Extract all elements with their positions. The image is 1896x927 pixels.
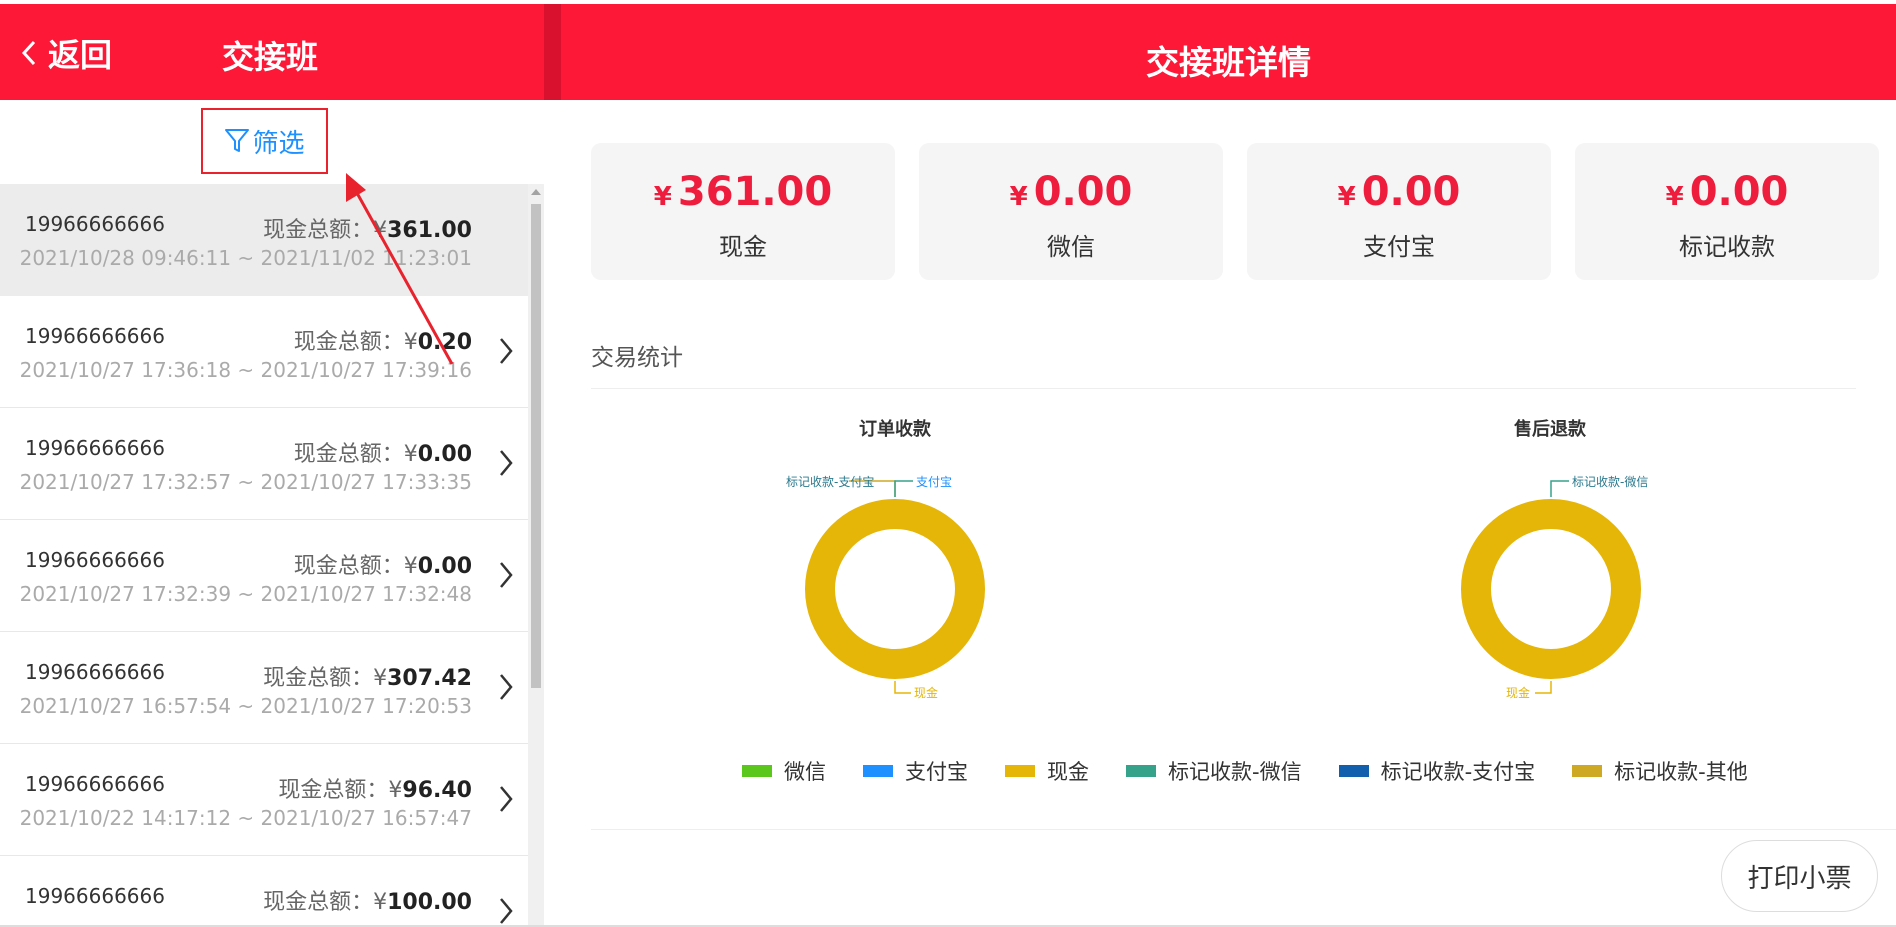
legend-swatch [742, 765, 772, 777]
refund-label-line-bottom [1535, 681, 1552, 694]
donut-charts: 标记收款-支付宝 支付宝 现金 标记收款-微信 现金 [786, 475, 1648, 700]
order-donut-cash-slice [805, 499, 985, 679]
legend-item-wechat[interactable]: 微信 [742, 756, 826, 786]
legend-swatch [863, 765, 893, 777]
chart-legend: 微信 支付宝 现金 标记收款-微信 标记收款-支付宝 标记收款-其他 [742, 756, 1785, 786]
legend-swatch [1126, 765, 1156, 777]
order-label-bottom: 现金 [914, 685, 938, 700]
refund-donut-cash-slice [1461, 499, 1641, 679]
legend-item-mark-other[interactable]: 标记收款-其他 [1572, 756, 1748, 786]
order-label-top-left: 标记收款-支付宝 [786, 475, 874, 489]
legend-item-mark-alipay[interactable]: 标记收款-支付宝 [1338, 756, 1535, 786]
legend-swatch [1338, 765, 1369, 777]
order-label-line-top-right [894, 480, 913, 497]
print-receipt-button[interactable]: 打印小票 [1721, 840, 1878, 912]
legend-item-mark-wechat[interactable]: 标记收款-微信 [1126, 756, 1302, 786]
order-label-top-right: 支付宝 [916, 475, 952, 489]
divider [591, 829, 1896, 830]
order-label-line-bottom [894, 681, 911, 694]
refund-label-top: 标记收款-微信 [1572, 475, 1648, 489]
legend-swatch [1005, 765, 1035, 777]
legend-swatch [1572, 765, 1603, 777]
refund-label-line-top [1550, 480, 1569, 497]
legend-item-alipay[interactable]: 支付宝 [863, 756, 968, 786]
legend-item-cash[interactable]: 现金 [1005, 756, 1089, 786]
refund-label-bottom: 现金 [1506, 685, 1530, 700]
